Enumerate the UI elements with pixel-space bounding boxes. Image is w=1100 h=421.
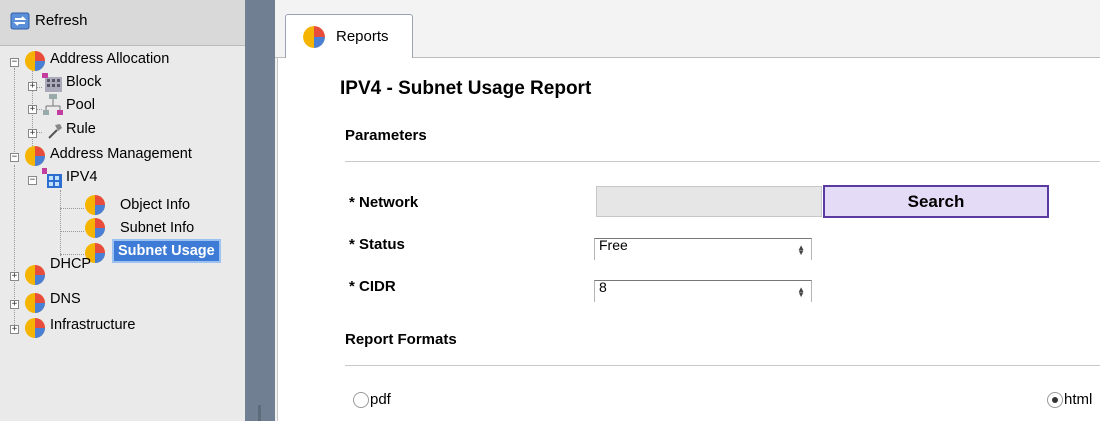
panel-splitter[interactable]	[245, 0, 275, 421]
collapse-toggle[interactable]: −	[28, 176, 37, 185]
status-label: * Status	[349, 236, 405, 253]
report-pie-icon	[84, 217, 106, 243]
tree-item-label: Address Management	[50, 146, 192, 162]
page-title: IPV4 - Subnet Usage Report	[340, 78, 592, 99]
expand-toggle[interactable]: +	[10, 300, 19, 309]
expand-toggle[interactable]: +	[28, 129, 37, 138]
report-panel: IPV4 - Subnet Usage Report Parameters * …	[277, 58, 1100, 421]
network-label: * Network	[349, 194, 419, 211]
tab-reports[interactable]: Reports	[285, 14, 413, 59]
report-pie-icon	[24, 292, 46, 318]
status-select[interactable]: Free ▲ ▼	[594, 237, 812, 260]
tree-item-label: Pool	[66, 97, 96, 113]
pdf-label: pdf	[370, 391, 391, 408]
tree-item-label: DHCP	[50, 256, 92, 272]
html-label: html	[1064, 391, 1093, 408]
status-selected-value: Free	[599, 237, 628, 253]
report-pie-icon	[24, 317, 46, 343]
cidr-label: * CIDR	[349, 278, 396, 295]
html-radio[interactable]	[1047, 392, 1063, 408]
collapse-toggle[interactable]: −	[10, 153, 19, 162]
tree-item-label: Rule	[66, 121, 96, 137]
tree-item-label: Infrastructure	[50, 317, 136, 333]
expand-toggle[interactable]: +	[28, 82, 37, 91]
network-input[interactable]	[596, 186, 822, 217]
expand-toggle[interactable]: +	[10, 325, 19, 334]
sidebar: Refresh − Address Allocation + Block + P…	[0, 0, 245, 421]
report-pie-icon	[302, 25, 326, 52]
tree-item-label: IPV4	[66, 169, 98, 185]
ipv4-grid-icon	[42, 168, 64, 194]
tree-item-label: DNS	[50, 291, 81, 307]
parameters-heading: Parameters	[345, 127, 427, 144]
cidr-select[interactable]: 8 ▲ ▼	[594, 279, 812, 302]
report-formats-heading: Report Formats	[345, 331, 457, 348]
tree-item-label: Block	[66, 74, 102, 90]
pdf-radio[interactable]	[353, 392, 369, 408]
hammer-icon	[46, 122, 64, 144]
report-pie-icon	[24, 264, 46, 290]
expand-toggle[interactable]: +	[10, 272, 19, 281]
tree-item-label: Object Info	[120, 197, 191, 213]
collapse-toggle[interactable]: −	[10, 58, 19, 67]
expand-toggle[interactable]: +	[28, 105, 37, 114]
pool-network-icon	[42, 94, 64, 122]
splitter-grip[interactable]	[258, 405, 261, 421]
select-arrows-icon: ▲ ▼	[797, 285, 805, 299]
tree-item-label: Subnet Usage	[112, 239, 221, 263]
divider	[345, 365, 1100, 366]
refresh-label: Refresh	[35, 12, 88, 29]
tab-label: Reports	[336, 28, 389, 45]
search-button[interactable]: Search	[823, 185, 1049, 218]
divider	[345, 161, 1100, 162]
tree-item-label: Address Allocation	[50, 51, 170, 67]
refresh-icon	[10, 12, 30, 33]
tree-item-label: Subnet Info	[120, 220, 195, 236]
refresh-button[interactable]: Refresh	[0, 0, 245, 46]
content-area: Reports IPV4 - Subnet Usage Report Param…	[275, 0, 1100, 421]
select-arrows-icon: ▲ ▼	[797, 243, 805, 257]
cidr-selected-value: 8	[599, 279, 607, 295]
tab-bar: Reports	[275, 0, 1100, 59]
